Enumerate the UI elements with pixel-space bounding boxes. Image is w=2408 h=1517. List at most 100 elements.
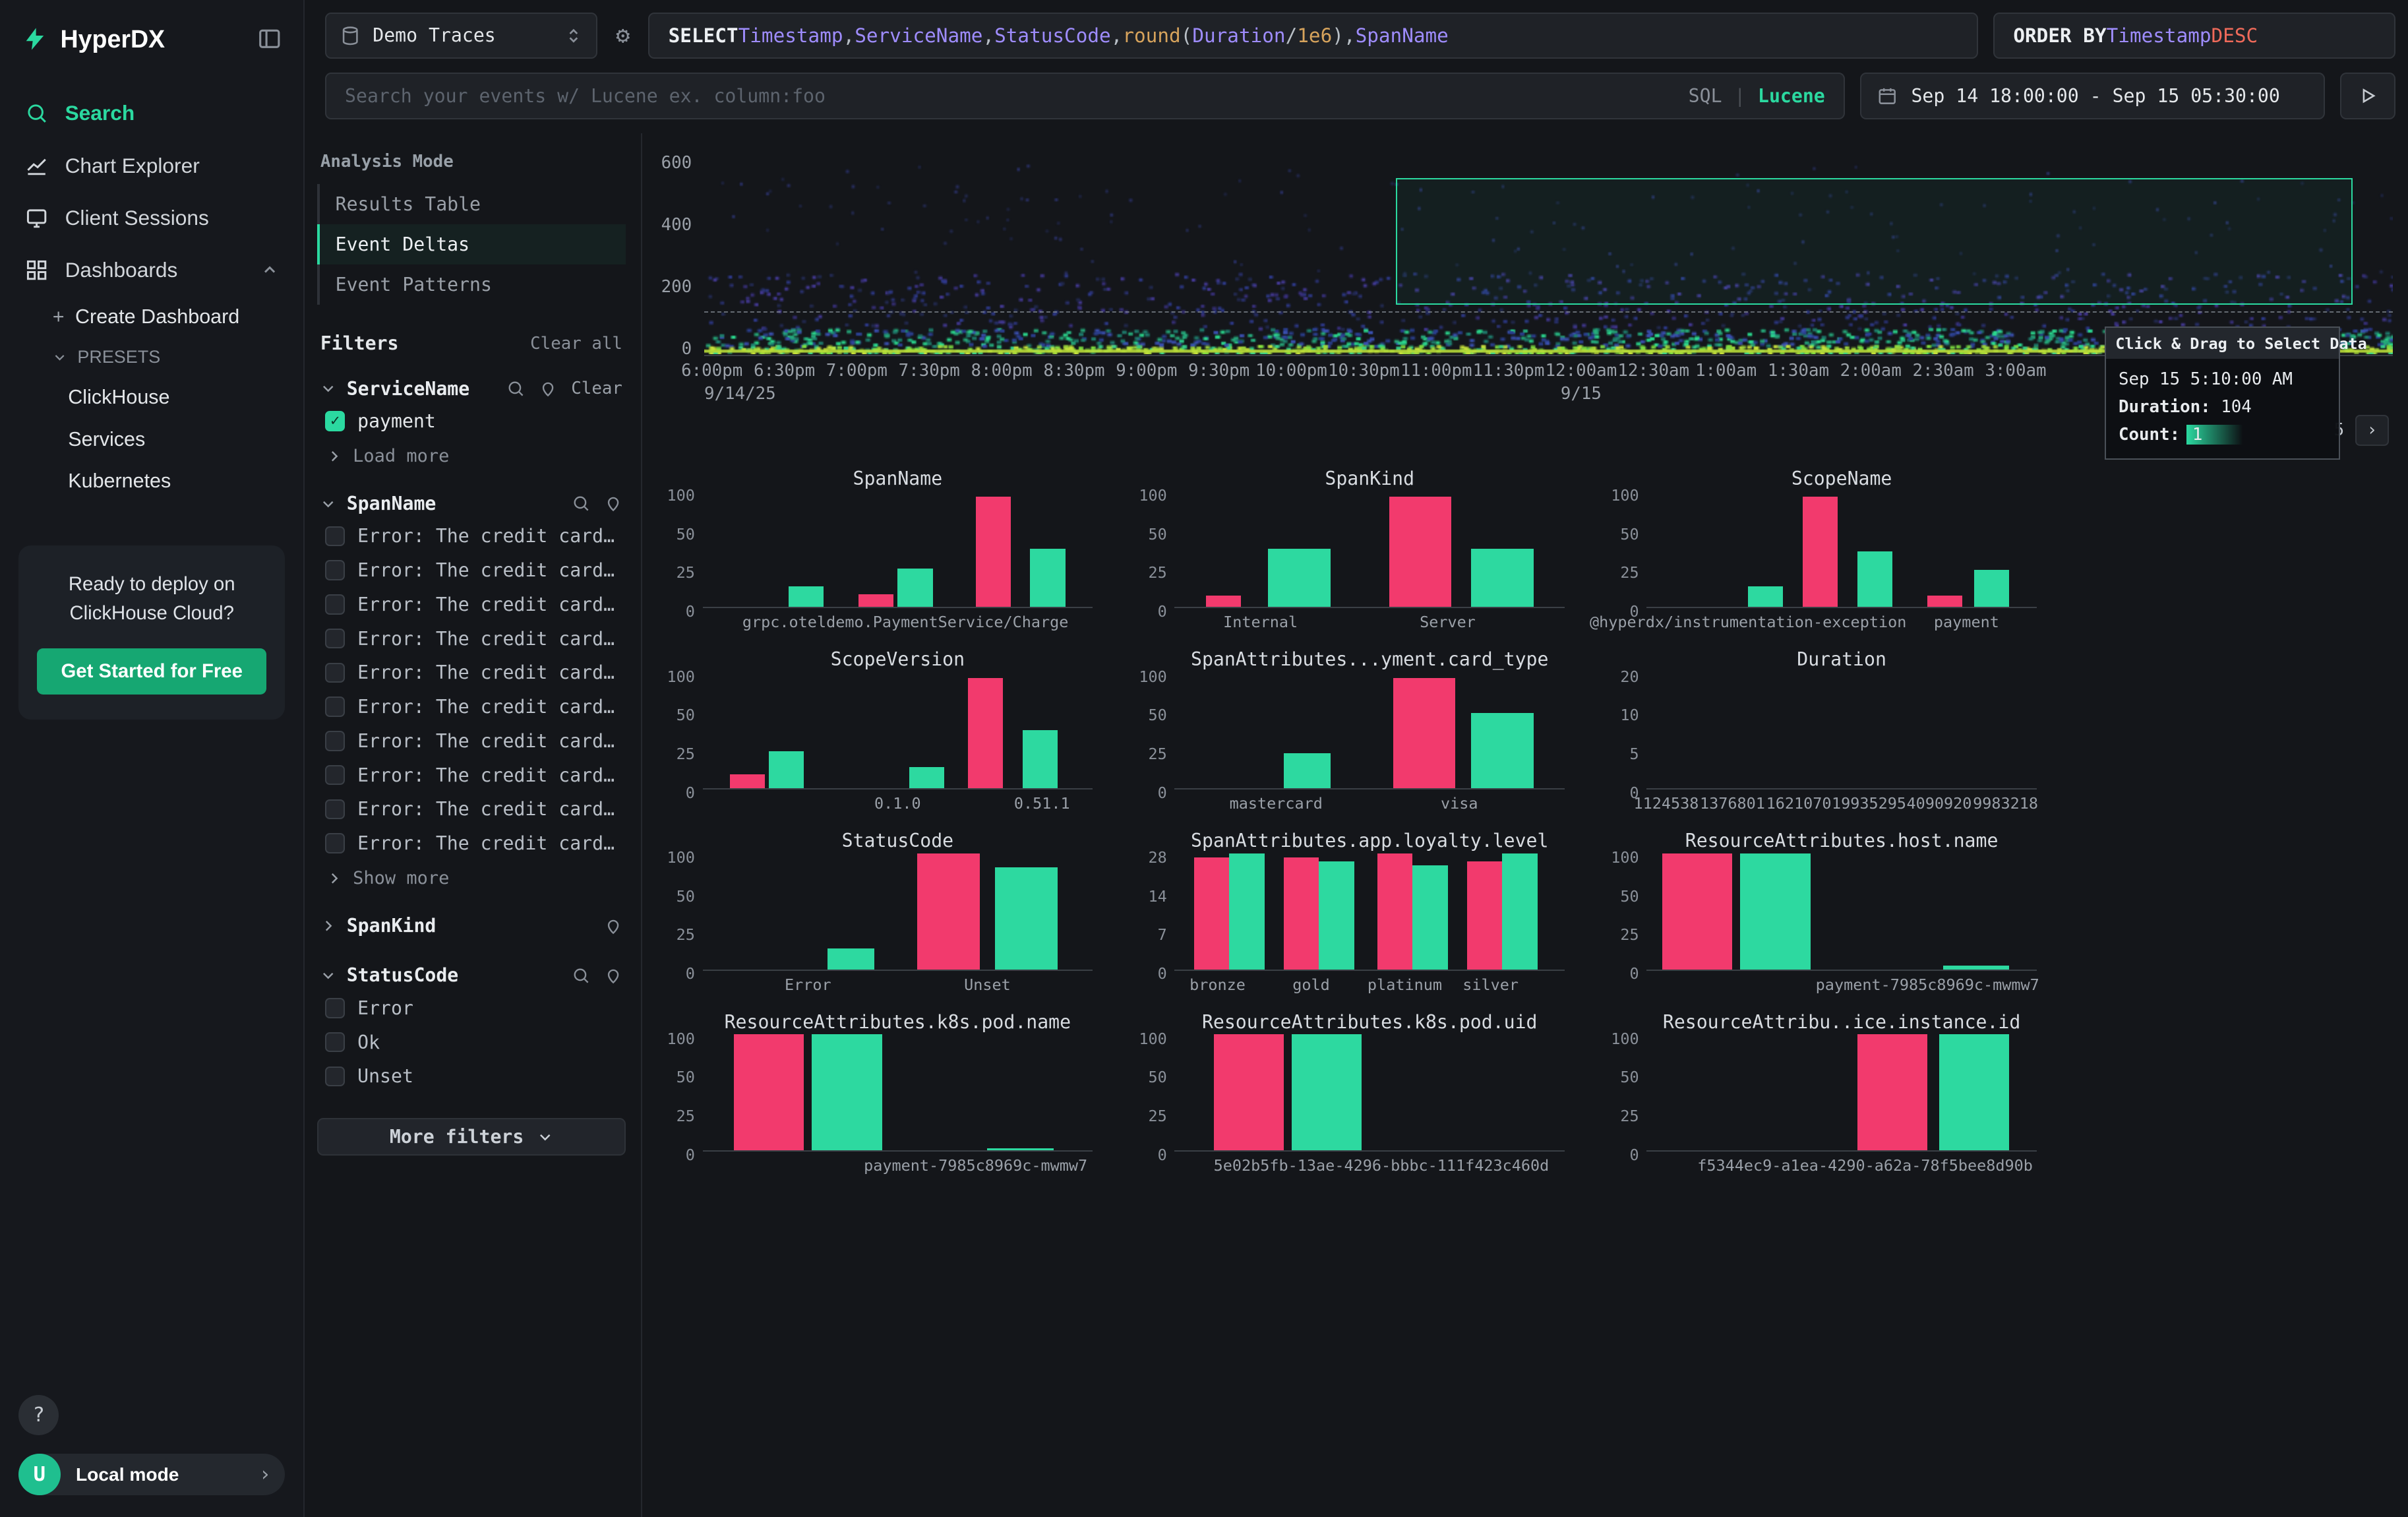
checkbox[interactable] (325, 731, 346, 751)
mini-chart-resourceattributes-host-name[interactable]: ResourceAttributes.host.name10050250paym… (1596, 830, 2037, 995)
checkbox[interactable] (325, 526, 346, 547)
filter-checkbox-row[interactable]: Error: The credit card (… (317, 588, 625, 622)
create-dashboard-button[interactable]: + Create Dashboard (0, 296, 303, 338)
sql-select-editor[interactable]: SELECT Timestamp, ServiceName, StatusCod… (648, 13, 1977, 59)
pin-icon[interactable] (604, 917, 622, 935)
mini-chart-statuscode[interactable]: StatusCode10050250ErrorUnset (651, 830, 1093, 995)
checkbox[interactable]: ✓ (325, 411, 346, 431)
filter-checkbox-row[interactable]: Error (317, 991, 625, 1025)
search-icon[interactable] (572, 494, 590, 512)
filters-title: Filters (320, 332, 399, 354)
x-tick-label: 6:30pm (754, 361, 815, 381)
filter-checkbox-row[interactable]: Error: The credit card (… (317, 690, 625, 724)
analysis-option-event-deltas[interactable]: Event Deltas (317, 224, 625, 264)
mini-chart-resourceattributes-k8s-pod-uid[interactable]: ResourceAttributes.k8s.pod.uid100502505e… (1124, 1011, 1565, 1177)
pink-bar (730, 774, 765, 788)
more-filters-button[interactable]: More filters (317, 1118, 625, 1155)
mini-chart-spanattributes-app-loyalty-level[interactable]: SpanAttributes.app.loyalty.level281470br… (1124, 830, 1565, 995)
checkbox[interactable] (325, 799, 346, 820)
date-range-picker[interactable]: Sep 14 18:00:00 - Sep 15 05:30:00 (1860, 73, 2324, 119)
nav-item-chart-explorer[interactable]: Chart Explorer (0, 139, 303, 191)
mini-chart-resourceattribu-ice-instance-id[interactable]: ResourceAttribu..ice.instance.id10050250… (1596, 1011, 2037, 1177)
help-button[interactable]: ? (18, 1395, 59, 1435)
local-mode-pill[interactable]: U Local mode › (18, 1454, 285, 1495)
x-tick-label: 7:30pm (899, 361, 960, 381)
filter-checkbox-row[interactable]: Error: The credit card (… (317, 553, 625, 588)
checkbox[interactable] (325, 765, 346, 786)
source-settings-gear-icon[interactable]: ⚙ (613, 22, 633, 49)
filter-checkbox-row[interactable]: Error: The credit card (… (317, 724, 625, 758)
toggle-sql[interactable]: SQL (1689, 85, 1722, 107)
chart-y-axis: 10050250 (651, 673, 702, 789)
sql-token: Timestamp (738, 24, 843, 47)
checkbox[interactable] (325, 663, 346, 683)
preset-clickhouse[interactable]: ClickHouse (0, 377, 303, 418)
show-more-button[interactable]: Show more (317, 861, 625, 892)
presets-toggle[interactable]: PRESETS (0, 338, 303, 377)
chart-title: SpanAttributes.app.loyalty.level (1124, 830, 1565, 855)
heatmap-selection-region[interactable] (1396, 178, 2353, 305)
nav-item-client-sessions[interactable]: Client Sessions (0, 192, 303, 244)
mini-chart-resourceattributes-k8s-pod-name[interactable]: ResourceAttributes.k8s.pod.name10050250p… (651, 1011, 1093, 1177)
analysis-option-results-table[interactable]: Results Table (317, 184, 625, 224)
load-more-button[interactable]: Load more (317, 438, 625, 469)
search-icon[interactable] (506, 379, 525, 398)
logo-row: HyperDX (0, 0, 303, 75)
nav-label: Dashboards (65, 258, 178, 282)
filter-group-header[interactable]: SpanName (317, 488, 625, 519)
filter-checkbox-row[interactable]: ✓payment (317, 404, 625, 439)
filter-group-header[interactable]: SpanKind (317, 910, 625, 941)
preset-kubernetes[interactable]: Kubernetes (0, 460, 303, 502)
filter-checkbox-row[interactable]: Ok (317, 1025, 625, 1059)
y-tick-label: 0 (682, 339, 692, 359)
user-avatar[interactable]: U (18, 1454, 60, 1495)
toggle-lucene[interactable]: Lucene (1758, 85, 1825, 107)
clear-group-button[interactable]: Clear (571, 379, 622, 398)
mini-chart-spanname[interactable]: SpanName10050250grpc.oteldemo.PaymentSer… (651, 468, 1093, 633)
checkbox[interactable] (325, 1032, 346, 1053)
mini-chart-scopeversion[interactable]: ScopeVersion100502500.1.00.51.1 (651, 648, 1093, 814)
checkbox[interactable] (325, 998, 346, 1018)
preset-services[interactable]: Services (0, 419, 303, 460)
filter-group-name: ServiceName (347, 378, 469, 400)
clear-all-filters-button[interactable]: Clear all (530, 334, 622, 354)
mini-chart-scopename[interactable]: ScopeName10050250@hyperdx/instrumentatio… (1596, 468, 2037, 633)
checkbox[interactable] (325, 560, 346, 580)
green-bar (1292, 1034, 1362, 1150)
filter-checkbox-row[interactable]: Error: The credit card (… (317, 826, 625, 861)
filter-checkbox-row[interactable]: Error: The credit card (… (317, 621, 625, 656)
checkbox[interactable] (325, 594, 346, 615)
sidebar-collapse-icon[interactable] (257, 26, 282, 51)
pin-icon[interactable] (604, 966, 622, 985)
next-page-button[interactable]: › (2355, 415, 2390, 446)
mini-chart-duration[interactable]: Duration20105011245381376801162107019935… (1596, 648, 2037, 814)
nav-item-search[interactable]: Search (0, 87, 303, 139)
y-tick-label: 50 (677, 887, 695, 906)
search-icon[interactable] (572, 966, 590, 985)
mini-chart-spanattributes-yment-card-type[interactable]: SpanAttributes...yment.card_type10050250… (1124, 648, 1565, 814)
checkbox[interactable] (325, 697, 346, 717)
mini-chart-spankind[interactable]: SpanKind10050250InternalServer (1124, 468, 1565, 633)
run-query-button[interactable] (2340, 73, 2395, 119)
checkbox[interactable] (325, 1067, 346, 1087)
filter-checkbox-row[interactable]: Error: The credit card (… (317, 656, 625, 690)
checkbox[interactable] (325, 629, 346, 649)
filter-group-header[interactable]: StatusCode (317, 960, 625, 991)
filter-checkbox-row[interactable]: Unset (317, 1059, 625, 1094)
pin-icon[interactable] (539, 379, 557, 398)
analysis-option-event-patterns[interactable]: Event Patterns (317, 264, 625, 305)
search-icon (25, 102, 48, 125)
get-started-button[interactable]: Get Started for Free (37, 648, 266, 695)
pin-icon[interactable] (604, 494, 622, 512)
checkbox[interactable] (325, 833, 346, 853)
filter-checkbox-row[interactable]: Error: The credit card (… (317, 519, 625, 553)
nav-item-dashboards[interactable]: Dashboards (0, 244, 303, 296)
heatmap-plot[interactable] (704, 155, 2393, 356)
source-select[interactable]: Demo Traces (325, 13, 597, 59)
search-input[interactable] (345, 85, 1673, 107)
filter-group-header[interactable]: ServiceName Clear (317, 373, 625, 404)
x-tick-label: 1124538 (1633, 794, 1699, 813)
order-by-editor[interactable]: ORDER BY Timestamp DESC (1993, 13, 2395, 59)
filter-checkbox-row[interactable]: Error: The credit card (… (317, 792, 625, 826)
filter-checkbox-row[interactable]: Error: The credit card (… (317, 758, 625, 792)
